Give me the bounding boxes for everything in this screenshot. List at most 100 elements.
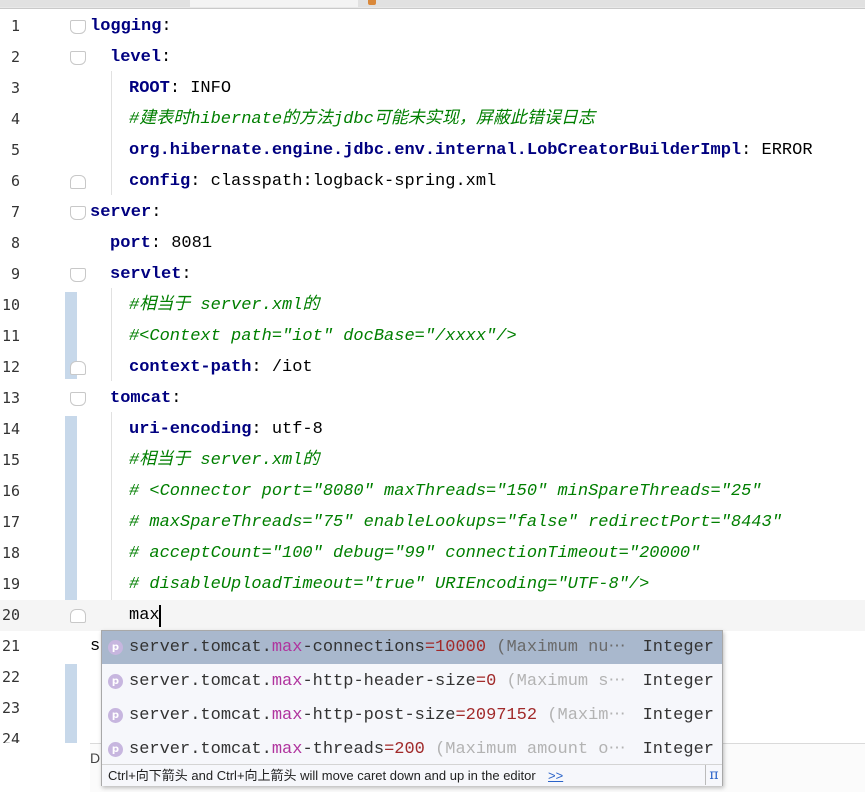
yaml-colon: :: [161, 17, 172, 36]
editor-line[interactable]: 16 # <Connector port="8080" maxThreads="1…: [0, 476, 865, 507]
fold-start-icon[interactable]: [70, 51, 86, 65]
editor-line[interactable]: 4 #建表时hibernate的方法jdbc可能未实现，屏蔽此错误日志: [0, 104, 865, 135]
editor-line[interactable]: 15 #相当于 server.xml的: [0, 445, 865, 476]
fold-start-icon[interactable]: [70, 20, 86, 34]
yaml-comment: # acceptCount="100" debug="99" connectio…: [129, 544, 701, 563]
hint-text: Ctrl+向下箭头 and Ctrl+向上箭头 will move caret …: [108, 768, 536, 783]
yaml-value: INFO: [180, 79, 232, 98]
completion-prefix: server.tomcat.: [129, 740, 272, 759]
completion-text: server.tomcat.max-connections=10000 (Max…: [129, 631, 626, 664]
editor-line[interactable]: 1 logging:: [0, 11, 865, 42]
editor-line[interactable]: 3 ROOT: INFO: [0, 73, 865, 104]
code-text: org.hibernate.engine.jdbc.env.internal.L…: [129, 135, 813, 166]
completion-value: =10000: [424, 638, 487, 657]
completion-type: Integer: [642, 706, 714, 725]
editor-line[interactable]: 8 port: 8081: [0, 228, 865, 259]
editor-tab[interactable]: [358, 0, 559, 7]
line-number: 3: [10, 79, 20, 97]
line-number: 6: [10, 172, 20, 190]
code-text: logging:: [90, 11, 172, 42]
completion-rest: -http-header-size: [302, 672, 476, 691]
line-number: 20: [1, 606, 20, 624]
completion-doc: (Maximum s⋯: [496, 672, 626, 691]
editor-line[interactable]: 12 context-path: /iot: [0, 352, 865, 383]
yaml-colon: :: [181, 265, 192, 284]
editor-line[interactable]: 2 level:: [0, 42, 865, 73]
yaml-comment: #<Context path="iot" docBase="/xxxx"/>: [129, 327, 517, 346]
line-number: 19: [1, 575, 20, 593]
completion-doc: (Maxim⋯: [537, 706, 626, 725]
completion-item[interactable]: p server.tomcat.max-http-header-size=0 (M…: [102, 665, 722, 698]
hint-more-link[interactable]: >>: [548, 765, 563, 786]
yaml-comment: # <Connector port="8080" maxThreads="150…: [129, 482, 762, 501]
yaml-key: logging: [90, 17, 162, 36]
editor-line[interactable]: 6 config: classpath:logback-spring.xml: [0, 166, 865, 197]
code-text: tomcat:: [110, 383, 181, 414]
editor-line[interactable]: 13 tomcat:: [0, 383, 865, 414]
property-icon: p: [108, 708, 123, 723]
line-number: 24: [1, 730, 20, 743]
editor-tab[interactable]: [0, 0, 191, 7]
fold-start-icon[interactable]: [70, 206, 86, 220]
completion-item[interactable]: p server.tomcat.max-threads=200 (Maximum …: [102, 733, 722, 766]
yaml-key: uri-encoding: [129, 420, 252, 439]
editor-line[interactable]: 19 # disableUploadTimeout="true" URIEncod…: [0, 569, 865, 600]
completion-text: server.tomcat.max-http-post-size=2097152…: [129, 699, 626, 732]
completion-type: Integer: [642, 740, 714, 759]
code-text: # disableUploadTimeout="true" URIEncodin…: [129, 569, 649, 600]
yaml-comment: #相当于 server.xml的: [129, 451, 320, 470]
completion-item[interactable]: p server.tomcat.max-connections=10000 (Ma…: [102, 631, 722, 664]
code-text: uri-encoding: utf-8: [129, 414, 323, 445]
line-number: 11: [1, 327, 20, 345]
property-icon: p: [108, 674, 123, 689]
editor-line[interactable]: 14 uri-encoding: utf-8: [0, 414, 865, 445]
code-text: # maxSpareThreads="75" enableLookups="fa…: [129, 507, 782, 538]
yaml-colon: :: [161, 48, 172, 67]
completion-popup[interactable]: p server.tomcat.max-connections=10000 (Ma…: [101, 630, 723, 786]
editor-line[interactable]: 20 max: [0, 600, 865, 631]
code-text: #<Context path="iot" docBase="/xxxx"/>: [129, 321, 517, 352]
editor-tab[interactable]: [558, 0, 705, 7]
fold-end-icon[interactable]: [70, 175, 86, 189]
line-number: 1: [10, 17, 20, 35]
yaml-key: context-path: [129, 358, 252, 377]
fold-start-icon[interactable]: [70, 392, 86, 406]
yaml-comment: # disableUploadTimeout="true" URIEncodin…: [129, 575, 650, 594]
yaml-key: ROOT: [129, 79, 170, 98]
code-text: ROOT: INFO: [129, 73, 231, 104]
completion-prefix: server.tomcat.: [129, 706, 272, 725]
line-number: 21: [1, 637, 20, 655]
editor-tab[interactable]: [704, 0, 865, 7]
yaml-key: tomcat: [110, 389, 172, 408]
line-number: 7: [10, 203, 20, 221]
line-number: 17: [1, 513, 20, 531]
yaml-key: port: [110, 234, 151, 253]
editor-line[interactable]: 18 # acceptCount="100" debug="99" connect…: [0, 538, 865, 569]
line-number: 18: [1, 544, 20, 562]
editor-tab-active[interactable]: [190, 0, 359, 7]
yaml-colon: :: [190, 172, 201, 191]
line-number: 4: [10, 110, 20, 128]
fold-start-icon[interactable]: [70, 268, 86, 282]
yaml-colon: :: [150, 234, 162, 253]
editor-line[interactable]: 9 servlet:: [0, 259, 865, 290]
yaml-colon: :: [741, 141, 752, 160]
pi-icon[interactable]: π: [705, 765, 722, 785]
editor-line[interactable]: 11 #<Context path="iot" docBase="/xxxx"/>: [0, 321, 865, 352]
fold-end-icon[interactable]: [70, 609, 86, 623]
completion-item[interactable]: p server.tomcat.max-http-post-size=209715…: [102, 699, 722, 732]
completion-rest: -threads: [302, 740, 385, 759]
code-text: s: [90, 637, 101, 656]
fold-end-icon[interactable]: [70, 361, 86, 375]
yaml-key: level: [110, 48, 162, 67]
editor-line[interactable]: 17 # maxSpareThreads="75" enableLookups="…: [0, 507, 865, 538]
yaml-value: 8081: [161, 234, 213, 253]
line-number: 10: [1, 296, 20, 314]
code-text: #建表时hibernate的方法jdbc可能未实现，屏蔽此错误日志: [129, 104, 595, 135]
code-text: #相当于 server.xml的: [129, 290, 319, 321]
code-text: level:: [110, 42, 171, 73]
editor-line[interactable]: 7 server:: [0, 197, 865, 228]
editor-line[interactable]: 10 #相当于 server.xml的: [0, 290, 865, 321]
yaml-colon: :: [251, 420, 262, 439]
editor-line[interactable]: 5 org.hibernate.engine.jdbc.env.internal.…: [0, 135, 865, 166]
